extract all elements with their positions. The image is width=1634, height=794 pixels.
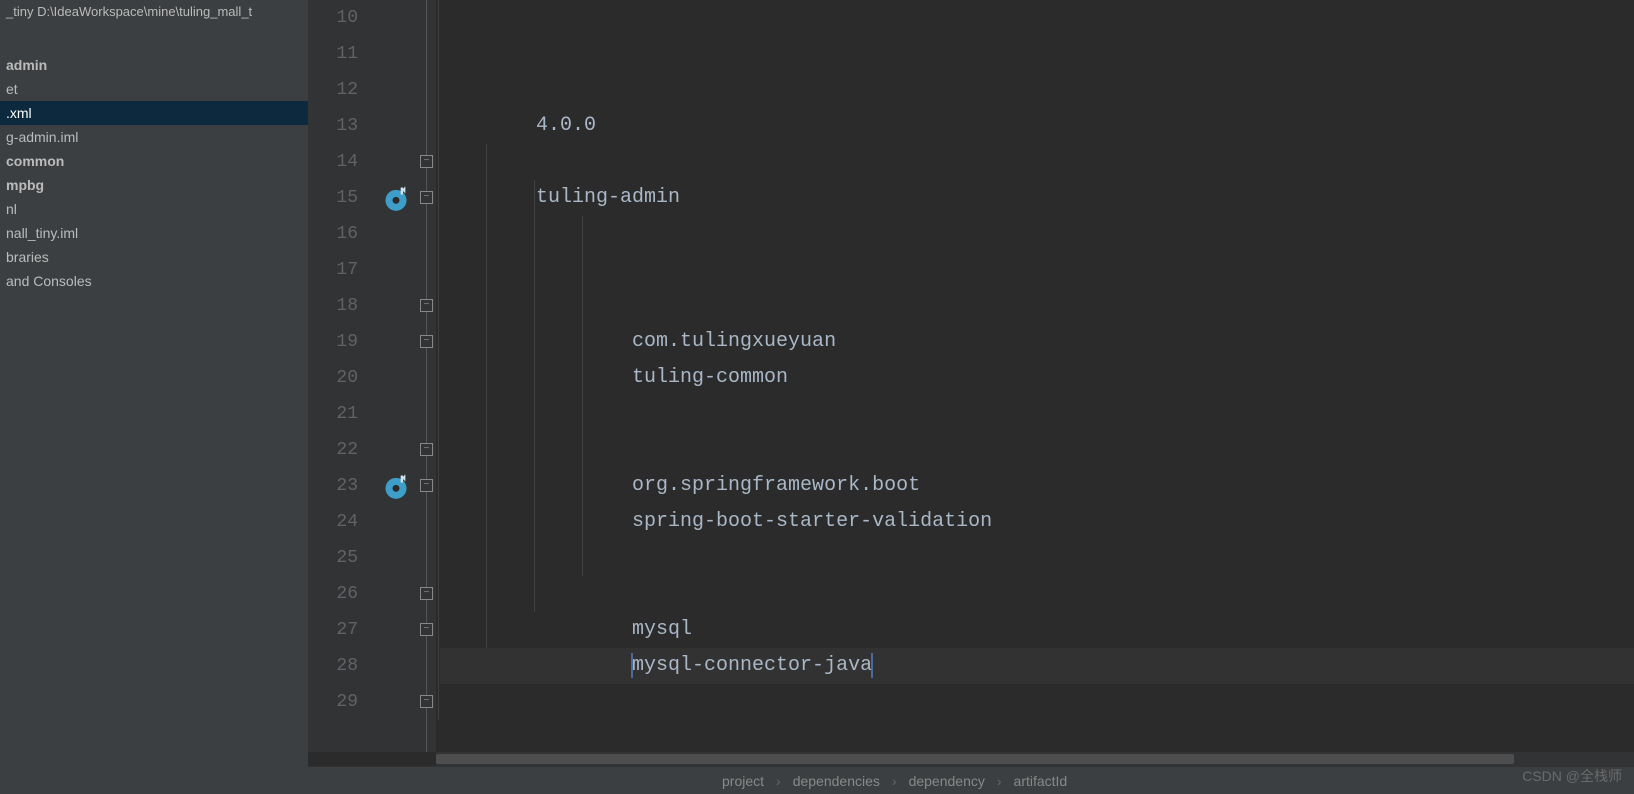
project-tree: adminet.xmlg-admin.imlcommonmpbgnlnall_t… <box>0 53 308 293</box>
tree-item[interactable]: mpbg <box>0 173 308 197</box>
breadcrumb[interactable]: project › dependencies › dependency › artifact… <box>308 766 1634 794</box>
code-line[interactable] <box>440 252 1634 288</box>
horizontal-scrollbar[interactable] <box>436 752 1634 766</box>
fold-toggle-icon[interactable]: − <box>420 335 433 348</box>
code-line[interactable] <box>440 720 1634 752</box>
code-line[interactable]: mysql-connector-java <box>440 648 1634 684</box>
dependency-up-icon[interactable] <box>382 472 410 500</box>
fold-toggle-icon[interactable]: − <box>420 479 433 492</box>
line-number: 15 <box>308 180 378 216</box>
tree-item[interactable]: g-admin.iml <box>0 125 308 149</box>
editor-body: 1011121314151617181920212223242526272829… <box>308 0 1634 752</box>
breadcrumb-separator-icon: › <box>892 773 897 789</box>
tree-item[interactable]: et <box>0 77 308 101</box>
code-line[interactable]: tuling-common <box>440 360 1634 396</box>
tree-item[interactable]: common <box>0 149 308 173</box>
code-content[interactable]: 4.0.0 tuling-admin com.tulingxueyuan tul… <box>436 0 1634 752</box>
project-sidebar[interactable]: _tiny D:\IdeaWorkspace\mine\tuling_mall_… <box>0 0 308 794</box>
code-line[interactable]: org.springframework.boot <box>440 468 1634 504</box>
code-line[interactable] <box>440 216 1634 252</box>
tree-item[interactable]: nl <box>0 197 308 221</box>
breadcrumb-item[interactable]: artifactId <box>1014 773 1068 789</box>
tree-item[interactable]: admin <box>0 53 308 77</box>
ide-root: _tiny D:\IdeaWorkspace\mine\tuling_mall_… <box>0 0 1634 794</box>
code-line[interactable]: spring-boot-starter-validation <box>440 504 1634 540</box>
line-number: 12 <box>308 72 378 108</box>
breadcrumb-separator-icon: › <box>776 773 781 789</box>
code-line[interactable]: 4.0.0 <box>440 108 1634 144</box>
line-number: 27 <box>308 612 378 648</box>
code-line[interactable] <box>440 684 1634 720</box>
tree-item[interactable]: .xml <box>0 101 308 125</box>
editor-area: 1011121314151617181920212223242526272829… <box>308 0 1634 794</box>
fold-toggle-icon[interactable]: − <box>420 623 433 636</box>
line-number: 16 <box>308 216 378 252</box>
fold-toggle-icon[interactable]: − <box>420 695 433 708</box>
line-number: 24 <box>308 504 378 540</box>
line-number: 17 <box>308 252 378 288</box>
code-line[interactable]: com.tulingxueyuan <box>440 324 1634 360</box>
gutter-icon-column <box>378 0 418 752</box>
line-number: 19 <box>308 324 378 360</box>
tree-item[interactable]: nall_tiny.iml <box>0 221 308 245</box>
fold-toggle-icon[interactable]: − <box>420 587 433 600</box>
line-number: 25 <box>308 540 378 576</box>
tree-item[interactable]: and Consoles <box>0 269 308 293</box>
line-number-gutter: 1011121314151617181920212223242526272829 <box>308 0 378 752</box>
line-number: 11 <box>308 36 378 72</box>
line-number: 10 <box>308 0 378 36</box>
breadcrumb-item[interactable]: dependency <box>909 773 985 789</box>
fold-toggle-icon[interactable]: − <box>420 155 433 168</box>
line-number: 13 <box>308 108 378 144</box>
watermark: CSDN @全栈师 <box>1522 766 1622 786</box>
breadcrumb-separator-icon: › <box>997 773 1002 789</box>
breadcrumb-item[interactable]: dependencies <box>793 773 880 789</box>
code-line[interactable] <box>440 576 1634 612</box>
code-line[interactable]: tuling-admin <box>440 180 1634 216</box>
line-number: 21 <box>308 396 378 432</box>
code-line[interactable] <box>440 288 1634 324</box>
line-number: 22 <box>308 432 378 468</box>
line-number: 14 <box>308 144 378 180</box>
dependency-up-icon[interactable] <box>382 184 410 212</box>
line-number: 23 <box>308 468 378 504</box>
code-line[interactable] <box>440 432 1634 468</box>
project-path: _tiny D:\IdeaWorkspace\mine\tuling_mall_… <box>0 0 308 23</box>
tree-item[interactable]: braries <box>0 245 308 269</box>
line-number: 26 <box>308 576 378 612</box>
breadcrumb-item[interactable]: project <box>722 773 764 789</box>
fold-column: − − − − − − − − − <box>418 0 436 752</box>
line-number: 28 <box>308 648 378 684</box>
line-number: 18 <box>308 288 378 324</box>
code-line[interactable]: mysql <box>440 612 1634 648</box>
fold-toggle-icon[interactable]: − <box>420 299 433 312</box>
code-line[interactable] <box>440 144 1634 180</box>
code-line[interactable] <box>440 396 1634 432</box>
line-number: 20 <box>308 360 378 396</box>
fold-toggle-icon[interactable]: − <box>420 443 433 456</box>
fold-toggle-icon[interactable]: − <box>420 191 433 204</box>
code-line[interactable] <box>440 540 1634 576</box>
line-number: 29 <box>308 684 378 720</box>
scrollbar-thumb[interactable] <box>436 754 1514 764</box>
